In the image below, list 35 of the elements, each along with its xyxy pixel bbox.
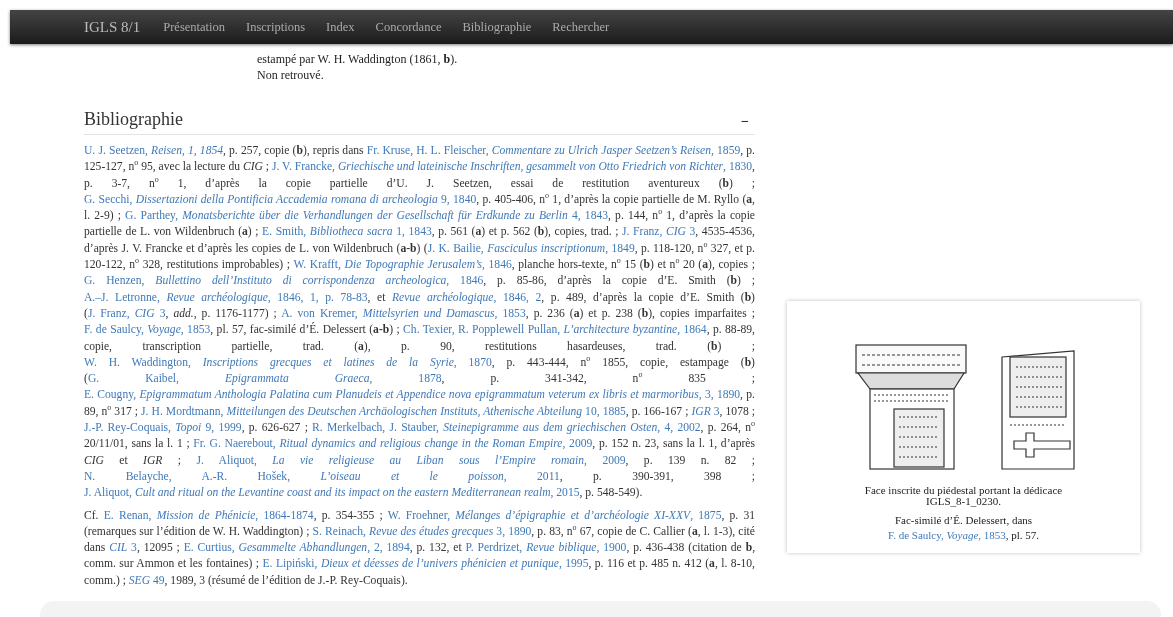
reference-link[interactable]: IGR 3 (691, 404, 720, 418)
reference-link[interactable]: W. H. Waddington, Inscriptions grecques et latines de la Syrie, 1870 (84, 355, 492, 369)
nav-link[interactable]: Index (326, 19, 355, 35)
notice-text: estampé par W. H. Waddington (1861, b). (257, 51, 459, 67)
reference-link[interactable]: SEG 49 (128, 573, 165, 587)
reference-link[interactable]: W. Krafft, Die Topographie Jerusalem’s, 1846 (293, 258, 512, 272)
notice-text: Non retrouvé. (257, 67, 325, 83)
section-title: Bibliographie (84, 109, 183, 130)
reference-link[interactable]: A. von Kremer, Mittelsyrien und Damascus, 1853 (281, 306, 526, 320)
nav-link[interactable]: Bibliographie (462, 19, 532, 35)
reference-link[interactable]: E. Smith, Bibliotheca sacra 1, 1843 (262, 225, 432, 239)
reference-link[interactable]: Ch. Texier, R. Popplewell Pullan, L’architecture byzantine, 1864 (403, 323, 707, 337)
reference-link[interactable]: J. K. Bailie, Fasciculus inscriptionum, 1849 (427, 241, 635, 255)
bibliography-paragraph: U. J. Seetzen, Reisen, 1, 1854, p. 257, copie (b), repris dans Fr. Kruse, H. L. Fleischer, Commentare zu Ulrich Jasper Seetzen’s Reisen, 1859, p. 125-127, n$^{o}$ 95, avec la lecture du CIG ; J. V. Francke, Griechische und lateinische Inschriften, gesammelt von Otto Friedrich von Richter, 1830, p. 3-7, n$^{o}$ 1, d’après la copie partielle d’U. J. Seetzen, essai de restitution aventureux (b) ; G. Secchi, Dissertazioni della Pontificia Accademia romana di archeologia 9, 1840, p. 405-406, n$^{o}$ 1, d’après la copie partielle de M. Ryllo (a, l. 2-9) ; G. Parthey, Monatsberichte über die Verhandlungen der Gesellschaft für Erdkunde zu Berlin 4, 1843, p. 144, n$^{o}$ 1, d’après la copie partielle de L. von Wildenbruch (a) ; E. Smith, Bibliotheca sacra 1, 1843, p. 561 (a) et p. 562 (b), copies, trad. ; J. Franz, CIG 3, 4535-4536, d’après J. V. Francke et d’après les copies de L. von Wildenbruch (a-b) (J. K. Bailie, Fasciculus inscriptionum, 1849, p. 118-120, n$^{o}$ 327, et p. 120-122, n$^{o}$ 328, restitutions improbables) ; W. Krafft, Die Topographie Jerusalem’s, 1846, planche hors-texte, n$^{o}$ 15 (b) et n$^{o}$ 20 (a), copies ; G. Henzen, Bullettino dell’Instituto di corrispondenza archeologica, 1846, p. 85-86, d’après la copie d’E. Smith (b) ; A.–J. Letronne, Revue archéologique, 1846, 1, p. 78-83, et Revue archéologique, 1846, 2, p. 489, d’après la copie d’E. Smith (b) (J. Franz, CIG 3, add., p. 1176-1177) ; A. von Kremer, Mittelsyrien und Damascus, 1853, p. 236 (a) et p. 238 (b), copies imparfaites ; F. de Saulcy, Voyage, 1853, pl. 57, fac-similé d’É. Delessert (a-b) ; Ch. Texier, R. Popplewell Pullan, L’architecture byzantine, 1864, p. 88-89, copie, transcription partielle, trad. (a), p. 90, restitutions hasardeuses, trad. (b) ; W. H. Waddington, Inscriptions grecques et latines de la Syrie, 1870, p. 443-444, n$^{o}$ 1855, copie, estampage (b) (G. Kaibel, Epigrammata Graeca, 1878, p. 341-342, n$^{o}$ 835 ; E. Cougny, Epigrammatum Anthologia Palatina cum Planudeis et Appendice nova epigrammatum veterum ex libris et marmoribus, 3, 1890, p. 89, n$^{o}$ 317 ; J. H. Mordtmann, Mitteilungen des Deutschen Archäologischen Instituts, Athenische Abteilung 10, 1885, p. 166-167 ; IGR 3, 1078 ; J.-P. Rey-Coquais, Topoi 9, 1999, p. 626-627 ; R. Merkelbach, J. Stauber, Steinepigramme aus dem griechischen Osten, 4, 2002, p. 264, n$^{o}$ 20/11/01, sans la l. 1 ; Fr. G. Naerebout, Ritual dynamics and religious change in the Roman Empire, 2009, p. 152 n. 23, sans la l. 1, d’après CIG et IGR ; J. Aliquot, La vie religieuse au Liban sous l’Empire romain, 2009, p. 139 n. 82 ; N. Belayche, A.-R. Hošek, L’oiseau et le poisson, 2011, p. 390-391, 398 ; J. Aliquot, Cult and ritual on the Levantine coast and its impact on the eastern Mediterranean realm, 2015, p. 548-549). (84, 143, 755, 502)
nav-link[interactable]: Concordance (375, 19, 442, 35)
bibliography-paragraph: Cf. E. Renan, Mission de Phénicie, 1864-1874, p. 354-355 ; W. Froehner, Mélanges d’épigraphie et d’archéologie XI-XXV, 1875, p. 31 (remarques sur l’édition de W. H. Waddington) ; S. Reinach, Revue des études grecques 3, 1890, p. 83, n$^{o}$ 67, copie de C. Callier (a, l. 1-3), cité dans CIL 3, 12095 ; E. Curtius, Gesammelte Abhandlungen, 2, 1894, p. 132, et P. Perdrizet, Revue biblique, 1900, p. 436-438 (citation de b, comm. sur Ammon et les fontaines) ; E. Lipiński, Dieux et déesses de l’univers phénicien et punique, 1995, p. 116 et p. 485 n. 412 (a, l. 8-10, comm.) ; SEG 49, 1989, 3 (résumé de l’édition de J.-P. Rey-Coquais). (84, 507, 755, 589)
reference-link[interactable]: G. Kaibel, Epigrammata Graeca, 1878 (87, 372, 442, 386)
reference-link[interactable]: R. Merkelbach, J. Stauber, Steinepigramme aus dem griechischen Osten, 4, 2002 (312, 421, 701, 435)
nav-link[interactable]: Présentation (163, 19, 226, 35)
figure-caption: Face inscrite du piédestal portant la dédicace IGLS_8-1_0230. (863, 485, 1064, 507)
reference-link[interactable]: A.–J. Letronne, Revue archéologique, 1846, 1, p. 78-83 (84, 290, 368, 304)
reference-link[interactable]: F. de Saulcy, Voyage, 1853 (887, 529, 1006, 541)
reference-link[interactable]: J. Aliquot, La vie religieuse au Liban sous l’Empire romain, 2009 (196, 453, 626, 467)
reference-link[interactable]: E. Renan, Mission de Phénicie, 1864-1874 (103, 508, 314, 522)
collapse-toggle[interactable]: − (741, 114, 755, 130)
reference-link[interactable]: N. Belayche, A.-R. Hošek, L’oiseau et le poisson, 2011 (84, 469, 560, 483)
reference-link[interactable]: CIL 3 (109, 541, 137, 555)
nav-link[interactable]: Inscriptions (246, 19, 306, 35)
reference-link[interactable]: E. Curtius, Gesammelte Abhandlungen, 2, 1894 (183, 541, 410, 555)
reference-link[interactable]: J.-P. Rey-Coquais, Topoi 9, 1999 (84, 421, 242, 435)
nav-link[interactable]: Rechercher (552, 19, 610, 35)
reference-link[interactable]: J. H. Mordtmann, Mitteilungen des Deutschen Archäologischen Instituts, Athenische Abteilung 10, 1885 (141, 404, 626, 418)
site-title-link[interactable]: IGLS 8/1 (84, 18, 141, 36)
figure-credit: Fac-similé d’É. Delessert, dans F. de Saulcy, Voyage, 1853, pl. 57. (886, 513, 1041, 543)
reference-link[interactable]: J. Aliquot, Cult and ritual on the Levantine coast and its impact on the eastern Mediterranean realm, 2015 (84, 486, 580, 500)
